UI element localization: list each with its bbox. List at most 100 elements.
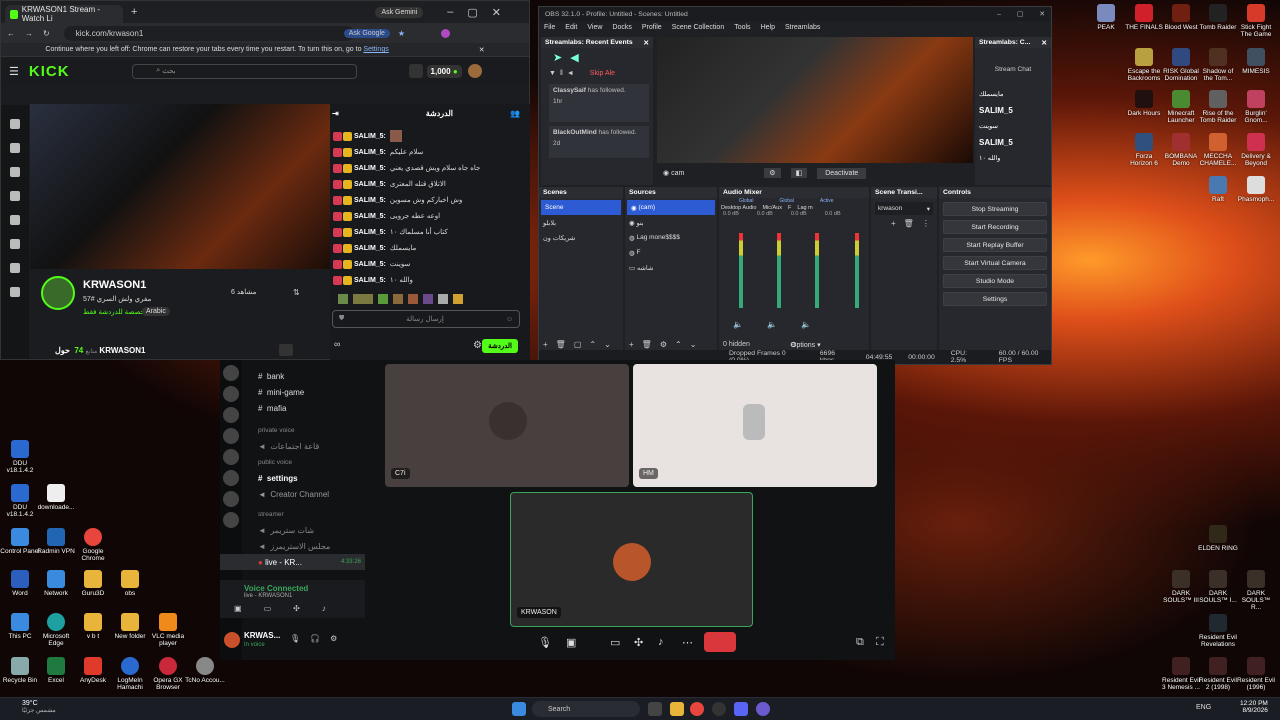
back-icon[interactable]: ← [7, 29, 15, 38]
desktop-icon-ds1[interactable]: DARK SOULS™ I... [1198, 570, 1238, 604]
menu-help[interactable]: Help [761, 24, 775, 31]
desktop-icon-new-folder[interactable]: New folder [110, 613, 150, 640]
down-icon[interactable]: ⌄ [690, 340, 697, 349]
virtual-camera-button[interactable]: Start Virtual Camera [943, 256, 1047, 270]
add-icon[interactable]: + [629, 340, 634, 349]
video-tile-self[interactable]: KRWASON [510, 492, 753, 627]
studio-mode-button[interactable]: Studio Mode [943, 274, 1047, 288]
transition-select[interactable]: krwason ▾ [875, 202, 933, 215]
task-view-icon[interactable] [648, 702, 662, 716]
reload-icon[interactable]: ↻ [43, 29, 50, 38]
mic-icon[interactable]: 🎙 [538, 636, 552, 649]
desktop-icon-peak[interactable]: PEAK [1086, 4, 1126, 31]
send-icon[interactable]: ➤ [553, 51, 562, 64]
soundboard-icon[interactable]: ♪ [322, 604, 326, 613]
desktop-icon-rise-tomb[interactable]: Rise of the Tomb Raider [1198, 90, 1238, 124]
coins-button[interactable]: 1,000 ● [426, 64, 462, 78]
desktop-icon-ddu2[interactable]: DDU v18.1.4.2 [0, 484, 40, 518]
desktop-icon-meccha[interactable]: MECCHA CHAMELE... [1198, 133, 1238, 167]
store-icon[interactable] [408, 64, 423, 78]
gear-icon[interactable]: ⚙ [330, 634, 337, 643]
add-icon[interactable]: + [543, 340, 548, 349]
channel-mini-game[interactable]: # mini-game [220, 384, 365, 400]
menu-view[interactable]: View [587, 24, 602, 31]
url-field[interactable]: kick.com/krwason1 [63, 25, 354, 41]
source-item[interactable]: ◍ Lag mone$$$$ [625, 230, 717, 245]
desktop-icon-this-pc[interactable]: This PC [0, 613, 40, 640]
trash-icon[interactable]: 🗑 [642, 340, 652, 349]
ask-gemini-button[interactable]: Ask Gemini [375, 6, 424, 18]
trash-icon[interactable]: 🗑 [904, 219, 914, 228]
scene-item[interactable]: بلابلو [539, 215, 623, 230]
more-icon[interactable]: ⋮ [922, 219, 930, 228]
emote-icon[interactable] [353, 294, 373, 304]
emote-icon[interactable] [378, 294, 388, 304]
language-tag[interactable]: Arabic [142, 307, 170, 316]
menu-docks[interactable]: Docks [612, 24, 631, 31]
desktop-icon-blood-west[interactable]: Blood West [1161, 4, 1201, 31]
channel-mafia[interactable]: # mafia [220, 400, 365, 416]
emote-icon[interactable] [408, 294, 418, 304]
desktop-icon-recycle-bin[interactable]: Recycle Bin [0, 657, 40, 684]
desktop-icon-re2[interactable]: Resident Evil 2 (1998) [1198, 657, 1238, 691]
mute-icon[interactable]: ◄ [567, 70, 574, 77]
stream-video-player[interactable] [30, 104, 330, 269]
desktop-icon-download[interactable]: downloade... [36, 484, 76, 511]
desktop-icon-stick-fight[interactable]: Stick Fight The Game [1236, 4, 1276, 38]
desktop-icon-burglin[interactable]: Burglin' Gnom... [1236, 90, 1276, 124]
pause-icon[interactable]: ‖ [560, 70, 563, 77]
category-private-voice[interactable]: private voice [220, 422, 365, 438]
menu-streamlabs[interactable]: Streamlabs [785, 24, 820, 31]
discord-icon[interactable] [734, 702, 748, 716]
maximize-icon[interactable]: ▢ [467, 6, 477, 19]
desktop-icon-tomb-raider[interactable]: Tomb Raider [1198, 4, 1238, 31]
desktop-icon-minecraft[interactable]: Minecraft Launcher [1161, 90, 1201, 124]
channel-avatar-icon-2[interactable] [10, 263, 20, 273]
desktop-icon-raft[interactable]: Raft [1198, 176, 1238, 203]
desktop-icon-obs[interactable]: obs [110, 570, 150, 597]
emote-icon[interactable] [338, 294, 348, 304]
minimize-icon[interactable]: – [447, 6, 453, 18]
weather-widget[interactable]: 39°C مشمس جزئيًا [22, 700, 56, 714]
down-icon[interactable]: ⌄ [604, 340, 611, 349]
desktop-icon-the-finals[interactable]: THE FINALS [1124, 4, 1164, 31]
kick-logo[interactable]: KICK [29, 63, 70, 80]
disconnect-button[interactable] [704, 632, 736, 652]
browse-icon[interactable] [10, 143, 20, 153]
infobar-close-icon[interactable]: ✕ [479, 46, 485, 54]
desktop-icon-re1[interactable]: Resident Evil (1996) [1236, 657, 1276, 691]
up-icon[interactable]: ⌃ [589, 340, 596, 349]
home-icon[interactable] [10, 119, 20, 129]
desktop-icon-bombana[interactable]: BOMBANA Demo [1161, 133, 1201, 167]
voice-channel[interactable]: ◄ شات ستريمر [220, 522, 365, 538]
desktop-icon-backrooms[interactable]: Escape the Backrooms [1124, 48, 1164, 82]
desktop-icon-phasmo[interactable]: Phasmoph... [1236, 176, 1276, 203]
add-icon[interactable]: + [891, 219, 896, 228]
share-icon[interactable]: ⇅ [293, 288, 300, 297]
desktop-icon-risk[interactable]: RISK Global Domination [1161, 48, 1201, 82]
language-indicator[interactable]: ENG [1196, 704, 1211, 711]
user-avatar[interactable] [467, 64, 482, 78]
channel-avatar[interactable] [41, 276, 75, 310]
filters-icon[interactable]: ▢ [574, 340, 582, 349]
desktop-icon-ds3[interactable]: DARK SOULS™ III [1161, 570, 1201, 604]
desktop-icon-edge[interactable]: Microsoft Edge [36, 613, 76, 647]
forward-icon[interactable]: → [25, 29, 33, 38]
explorer-icon[interactable] [670, 702, 684, 716]
desktop-icon-mimesis[interactable]: MIMESIS [1236, 48, 1276, 75]
close-icon[interactable]: ✕ [492, 6, 501, 19]
fullscreen-icon[interactable]: ⛶ [876, 636, 884, 649]
emote-icon[interactable] [393, 294, 403, 304]
video-tile[interactable]: HM [633, 364, 877, 487]
desktop-icon-control-panel[interactable]: Control Panel [0, 528, 40, 555]
megaphone-icon[interactable]: ◀ [570, 51, 578, 64]
screen-share-icon[interactable]: ▭ [264, 604, 272, 613]
source-item[interactable]: ▭ شاشه [625, 260, 717, 275]
desktop-icon-opera[interactable]: Opera GX Browser [148, 657, 188, 691]
desktop-icon-re-revelations[interactable]: Resident Evil Revelations [1198, 614, 1238, 648]
desktop-icon-word[interactable]: Word [0, 570, 40, 597]
live-voice-channel[interactable]: ● live - KR... 4:33:26 [220, 554, 365, 570]
ask-google-button[interactable]: Ask Google [343, 28, 390, 38]
streamer-name[interactable]: KRWASON1 [83, 279, 146, 291]
maximize-icon[interactable]: ▢ [1017, 10, 1023, 18]
